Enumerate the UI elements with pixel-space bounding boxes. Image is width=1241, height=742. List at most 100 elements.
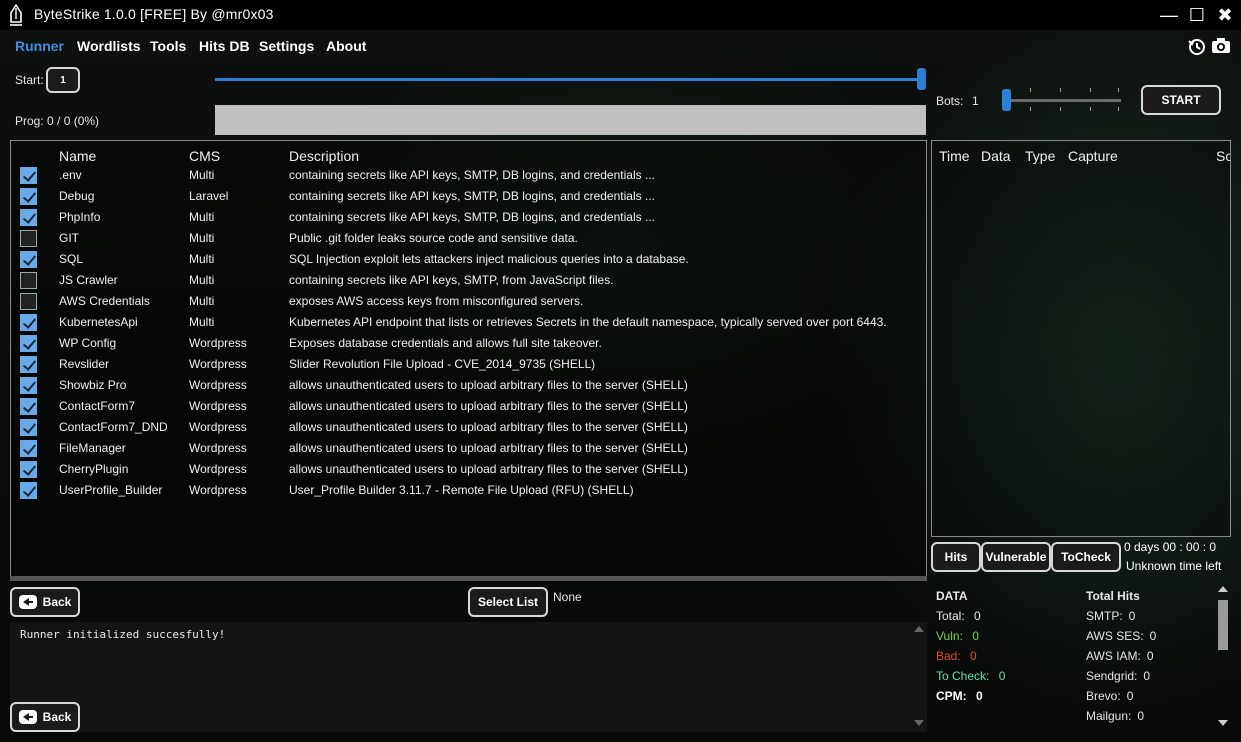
menu-tools[interactable]: Tools: [150, 38, 186, 54]
row-checkbox[interactable]: [20, 461, 37, 478]
cell-cms: Laravel: [189, 189, 229, 203]
cell-name: WP Config: [59, 336, 117, 350]
column-header-capture[interactable]: Capture: [1068, 148, 1118, 164]
selected-list-value: None: [553, 590, 582, 604]
history-icon[interactable]: [1187, 36, 1207, 56]
table-row[interactable]: WP Config Wordpress Exposes database crede…: [11, 333, 926, 354]
table-row[interactable]: ContactForm7_DND Wordpress allows unauthen…: [11, 417, 926, 438]
service-stat-value: 0: [1149, 629, 1157, 643]
table-row[interactable]: Showbiz Pro Wordpress allows unauthenticat…: [11, 375, 926, 396]
cell-name: KubernetesApi: [59, 315, 138, 329]
row-checkbox[interactable]: [20, 398, 37, 415]
column-header-cms[interactable]: CMS: [189, 148, 220, 164]
row-checkbox[interactable]: [20, 335, 37, 352]
column-header-time[interactable]: Time: [939, 148, 970, 164]
service-stat-label: Brevo:: [1086, 689, 1121, 703]
row-checkbox[interactable]: [20, 293, 37, 310]
menu-wordlists[interactable]: Wordlists: [77, 38, 141, 54]
stat-tocheck-label: To Check:: [936, 669, 990, 683]
table-row[interactable]: CherryPlugin Wordpress allows unauthentica…: [11, 459, 926, 480]
row-checkbox[interactable]: [20, 314, 37, 331]
cell-name: ContactForm7: [59, 399, 136, 413]
table-row[interactable]: JS Crawler Multi containing secrets like A…: [11, 270, 926, 291]
row-checkbox[interactable]: [20, 377, 37, 394]
row-checkbox[interactable]: [20, 167, 37, 184]
row-checkbox[interactable]: [20, 230, 37, 247]
cell-description: Kubernetes API endpoint that lists or re…: [289, 315, 887, 329]
table-row[interactable]: Debug Laravel containing secrets like API …: [11, 186, 926, 207]
tab-tocheck[interactable]: ToCheck: [1051, 542, 1121, 572]
cell-description: Public .git folder leaks source code and…: [289, 231, 578, 245]
table-row[interactable]: GIT Multi Public .git folder leaks source …: [11, 228, 926, 249]
column-header-sc[interactable]: Sc: [1216, 148, 1230, 164]
cell-description: allows unauthenticated users to upload a…: [289, 441, 688, 455]
select-list-button[interactable]: Select List: [468, 587, 548, 617]
progress-slider-thumb[interactable]: [917, 68, 926, 90]
close-button[interactable]: ✖: [1214, 4, 1236, 26]
table-row[interactable]: UserProfile_Builder Wordpress User_Profile…: [11, 480, 926, 501]
time-left: Unknown time left: [1126, 559, 1222, 573]
progress-slider-track[interactable]: [215, 78, 922, 81]
camera-icon[interactable]: [1211, 37, 1231, 54]
start-input[interactable]: 1: [46, 67, 80, 93]
minimize-button[interactable]: —: [1158, 4, 1180, 26]
maximize-button[interactable]: ☐: [1186, 4, 1208, 26]
stats-scroll-up-icon[interactable]: [1218, 586, 1228, 592]
menu-hits-db[interactable]: Hits DB: [199, 38, 250, 54]
table-row[interactable]: FileManager Wordpress allows unauthenticat…: [11, 438, 926, 459]
row-checkbox[interactable]: [20, 209, 37, 226]
cell-name: Showbiz Pro: [59, 378, 127, 392]
row-checkbox[interactable]: [20, 482, 37, 499]
tab-hits[interactable]: Hits: [931, 542, 981, 572]
table-row[interactable]: Revslider Wordpress Slider Revolution File…: [11, 354, 926, 375]
cell-name: CherryPlugin: [59, 462, 129, 476]
stat-tocheck-value: 0: [998, 669, 1006, 683]
bots-slider-thumb[interactable]: [1002, 89, 1011, 111]
exploit-table-scrollbar[interactable]: [10, 576, 927, 581]
log-scroll-down-icon[interactable]: [914, 720, 924, 726]
table-row[interactable]: PhpInfo Multi containing secrets like API …: [11, 207, 926, 228]
log-back-button[interactable]: Back: [10, 702, 80, 732]
bots-slider-track[interactable]: [1004, 99, 1121, 102]
menu-about[interactable]: About: [326, 38, 366, 54]
row-checkbox[interactable]: [20, 440, 37, 457]
column-header-type[interactable]: Type: [1025, 148, 1055, 164]
data-title: DATA: [936, 589, 968, 603]
table-row[interactable]: ContactForm7 Wordpress allows unauthentica…: [11, 396, 926, 417]
tab-vulnerable[interactable]: Vulnerable: [981, 542, 1051, 572]
cell-description: containing secrets like API keys, SMTP, …: [289, 210, 655, 224]
service-stat-value: 0: [1143, 669, 1151, 683]
row-checkbox[interactable]: [20, 356, 37, 373]
cell-description: containing secrets like API keys, SMTP, …: [289, 168, 655, 182]
table-row[interactable]: KubernetesApi Multi Kubernetes API endpoin…: [11, 312, 926, 333]
cell-name: JS Crawler: [59, 273, 118, 287]
cell-description: Slider Revolution File Upload - CVE_2014…: [289, 357, 596, 371]
menu-runner[interactable]: Runner: [15, 38, 64, 54]
table-row[interactable]: .env Multi containing secrets like API key…: [11, 165, 926, 186]
cell-cms: Multi: [189, 210, 215, 224]
row-checkbox[interactable]: [20, 272, 37, 289]
cell-name: Debug: [59, 189, 95, 203]
log-scroll-up-icon[interactable]: [914, 626, 924, 632]
stat-total-label: Total:: [936, 609, 965, 623]
bots-tick: [1118, 107, 1119, 111]
bots-tick: [1060, 88, 1061, 92]
start-button[interactable]: START: [1141, 85, 1221, 115]
table-row[interactable]: AWS Credentials Multi exposes AWS access k…: [11, 291, 926, 312]
back-button[interactable]: Back: [10, 587, 80, 617]
service-stat-label: SMTP:: [1086, 609, 1123, 623]
cell-name: ContactForm7_DND: [59, 420, 168, 434]
row-checkbox[interactable]: [20, 251, 37, 268]
row-checkbox[interactable]: [20, 419, 37, 436]
stats-scroll-down-icon[interactable]: [1218, 720, 1228, 726]
cell-description: allows unauthenticated users to upload a…: [289, 378, 688, 392]
stat-total: Total: 0: [936, 609, 981, 623]
row-checkbox[interactable]: [20, 188, 37, 205]
menu-settings[interactable]: Settings: [259, 38, 314, 54]
column-header-data[interactable]: Data: [981, 148, 1011, 164]
cell-cms: Wordpress: [189, 441, 247, 455]
column-header-name[interactable]: Name: [59, 148, 96, 164]
column-header-description[interactable]: Description: [289, 148, 359, 164]
stats-scrollbar[interactable]: [1218, 600, 1228, 650]
table-row[interactable]: SQL Multi SQL Injection exploit lets attac…: [11, 249, 926, 270]
